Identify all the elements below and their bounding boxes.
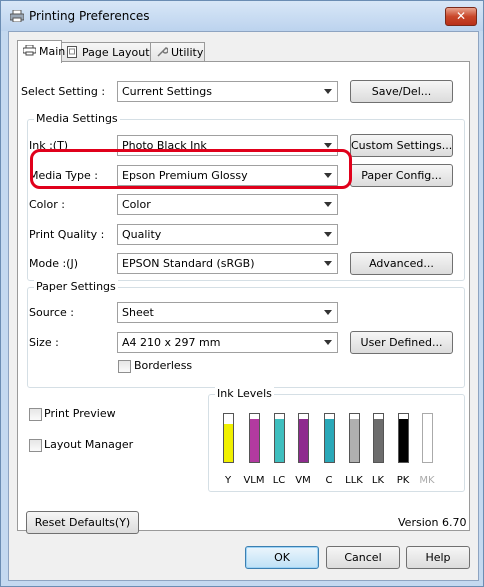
select-setting-label: Select Setting : (21, 85, 106, 98)
ink-cartridge-label: VLM (243, 475, 265, 486)
chevron-down-icon (324, 310, 332, 315)
media-type-highlight (30, 149, 352, 189)
ink-cartridge-lk (373, 413, 384, 463)
printing-preferences-window: Printing Preferences ✕ Main Page Layout … (0, 0, 484, 587)
version-label: Version 6.70 (398, 516, 467, 529)
wrench-icon (157, 47, 168, 57)
tab-page-layout[interactable]: Page Layout (61, 42, 151, 63)
ink-level-fill (250, 419, 259, 462)
color-combo[interactable]: Color (117, 194, 338, 215)
size-combo[interactable]: A4 210 x 297 mm (117, 332, 338, 353)
ink-level-fill (374, 419, 383, 462)
ink-cartridge-pk (398, 413, 409, 463)
ink-level-fill (399, 419, 408, 462)
ink-cartridge-lc (274, 413, 285, 463)
ink-cartridge-llk (349, 413, 360, 463)
ink-cartridge-label: LC (272, 475, 286, 486)
mode-value: EPSON Standard (sRGB) (122, 257, 255, 270)
chevron-down-icon (324, 89, 332, 94)
ink-cartridge-label: PK (396, 475, 410, 486)
ink-cartridge-label: C (325, 475, 333, 486)
media-settings-title: Media Settings (34, 112, 120, 125)
paper-settings-title: Paper Settings (34, 280, 118, 293)
source-combo[interactable]: Sheet (117, 302, 338, 323)
tab-main[interactable]: Main (17, 40, 66, 63)
borderless-checkbox[interactable] (118, 360, 131, 373)
close-icon: ✕ (455, 9, 467, 23)
close-button[interactable]: ✕ (445, 7, 477, 26)
tab-main-label: Main (39, 45, 66, 58)
ink-level-fill (350, 419, 359, 462)
size-label: Size : (29, 336, 59, 349)
page-icon (67, 46, 77, 58)
printer-icon (23, 45, 36, 56)
layout-manager-label: Layout Manager (44, 438, 134, 451)
layout-manager-checkbox[interactable] (29, 439, 42, 452)
ink-cartridge-vm (298, 413, 309, 463)
paper-config-button[interactable]: Paper Config... (350, 164, 453, 187)
custom-settings-button[interactable]: Custom Settings... (350, 134, 453, 157)
print-preview-checkbox[interactable] (29, 408, 42, 421)
print-quality-label: Print Quality : (29, 228, 105, 241)
help-button[interactable]: Help (406, 546, 470, 569)
ink-level-fill (224, 424, 233, 462)
chevron-down-icon (324, 143, 332, 148)
print-quality-value: Quality (122, 228, 162, 241)
ink-cartridge-label: MK (419, 475, 435, 486)
ink-cartridge-label: Y (224, 475, 232, 486)
ink-cartridge-y (223, 413, 234, 463)
dialog-client: Main Page Layout Utility Select Setting … (8, 31, 479, 581)
ink-level-fill (299, 419, 308, 462)
print-quality-combo[interactable]: Quality (117, 224, 338, 245)
cancel-button[interactable]: Cancel (326, 546, 400, 569)
mode-combo[interactable]: EPSON Standard (sRGB) (117, 253, 338, 274)
select-setting-value: Current Settings (122, 85, 212, 98)
tab-page-layout-label: Page Layout (82, 46, 150, 59)
ink-cartridge-mk (422, 413, 433, 463)
user-defined-button[interactable]: User Defined... (350, 331, 453, 354)
color-value: Color (122, 198, 151, 211)
select-setting-combo[interactable]: Current Settings (117, 81, 338, 102)
reset-defaults-button[interactable]: Reset Defaults(Y) (26, 511, 139, 534)
ink-level-fill (325, 419, 334, 462)
source-value: Sheet (122, 306, 154, 319)
mode-label: Mode :(J) (29, 257, 79, 270)
ink-cartridge-label: LLK (345, 475, 363, 486)
ink-level-fill (275, 419, 284, 462)
window-title: Printing Preferences (29, 9, 150, 23)
advanced-button[interactable]: Advanced... (350, 252, 453, 275)
ink-cartridge-vlm (249, 413, 260, 463)
print-preview-label: Print Preview (44, 407, 116, 420)
borderless-label: Borderless (134, 359, 193, 372)
source-label: Source : (29, 306, 74, 319)
chevron-down-icon (324, 340, 332, 345)
chevron-down-icon (324, 232, 332, 237)
ink-levels-title: Ink Levels (215, 387, 274, 400)
ink-cartridge-label: VM (295, 475, 311, 486)
tab-utility-label: Utility (171, 46, 204, 59)
save-del-button[interactable]: Save/Del... (350, 80, 453, 103)
ink-cartridge-c (324, 413, 335, 463)
tab-utility[interactable]: Utility (150, 42, 205, 63)
color-label: Color : (29, 198, 65, 211)
title-bar: Printing Preferences ✕ (1, 1, 483, 31)
ink-cartridge-label: LK (371, 475, 385, 486)
size-value: A4 210 x 297 mm (122, 336, 221, 349)
chevron-down-icon (324, 261, 332, 266)
ok-button[interactable]: OK (245, 546, 319, 569)
printer-icon (10, 10, 24, 22)
chevron-down-icon (324, 202, 332, 207)
